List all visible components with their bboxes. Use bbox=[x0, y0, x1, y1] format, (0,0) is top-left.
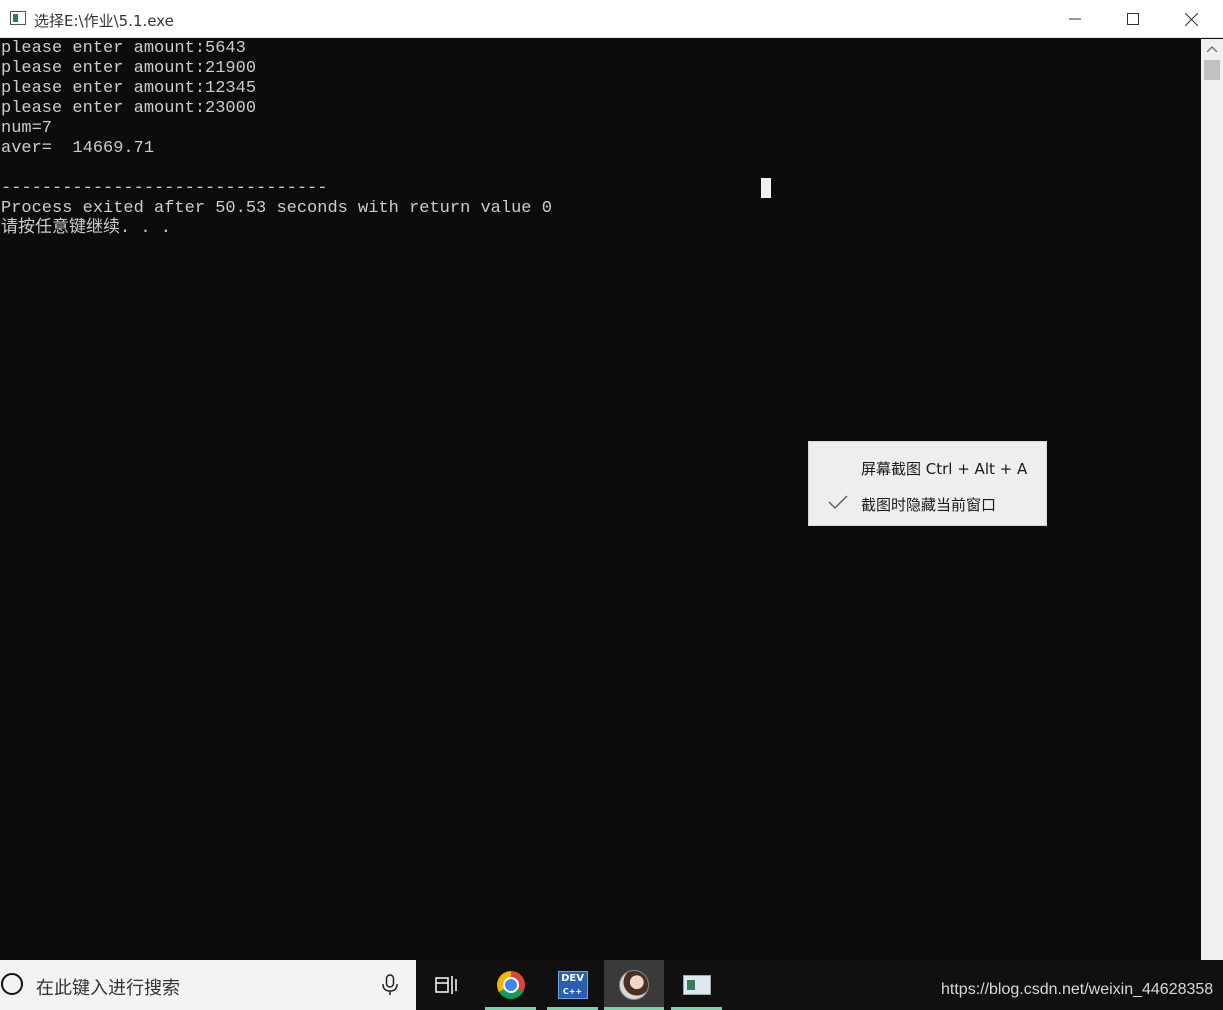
taskbar-app-photo[interactable] bbox=[604, 960, 664, 1010]
chrome-icon bbox=[496, 971, 525, 999]
chevron-up-icon bbox=[1207, 46, 1217, 52]
console-line: please enter amount:12345 bbox=[1, 79, 257, 98]
menu-item-label: 截图时隐藏当前窗口 bbox=[861, 496, 997, 514]
microphone-icon[interactable] bbox=[380, 974, 400, 996]
console-app-icon bbox=[682, 975, 711, 995]
search-placeholder: 在此键入进行搜索 bbox=[36, 978, 180, 999]
checkmark-icon bbox=[828, 495, 848, 509]
scroll-thumb[interactable] bbox=[1204, 60, 1220, 80]
taskbar: 在此键入进行搜索 DEV C++ https://blog.csdn.net/w… bbox=[0, 960, 1223, 1010]
vertical-scrollbar[interactable] bbox=[1201, 39, 1223, 960]
console-line: Process exited after 50.53 seconds with … bbox=[1, 199, 552, 218]
taskbar-search-box[interactable]: 在此键入进行搜索 bbox=[0, 960, 416, 1010]
minimize-button[interactable] bbox=[1046, 0, 1104, 38]
title-bar: 选择E:\作业\5.1.exe bbox=[0, 0, 1223, 38]
console-separator: -------------------------------- bbox=[1, 179, 328, 198]
minimize-icon bbox=[1069, 18, 1081, 20]
scroll-up-button[interactable] bbox=[1201, 39, 1223, 59]
menu-item-hide-window[interactable]: 截图时隐藏当前窗口 bbox=[809, 486, 1046, 520]
console-line: aver= 14669.71 bbox=[1, 139, 155, 158]
dev-cpp-icon: DEV C++ bbox=[557, 971, 588, 999]
dev-icon-subtext: C++ bbox=[562, 987, 583, 996]
taskbar-app-console[interactable] bbox=[671, 960, 722, 1010]
window-title: 选择E:\作业\5.1.exe bbox=[34, 12, 174, 30]
menu-item-label: 屏幕截图 Ctrl + Alt + A bbox=[861, 460, 1028, 478]
console-line: num=7 bbox=[1, 119, 53, 138]
maximize-button[interactable] bbox=[1104, 0, 1162, 38]
taskbar-app-dev-cpp[interactable]: DEV C++ bbox=[547, 960, 598, 1010]
console-line: 请按任意键继续. . . bbox=[1, 219, 172, 238]
dev-icon-text: DEV bbox=[561, 973, 584, 984]
watermark-url: https://blog.csdn.net/weixin_44628358 bbox=[941, 981, 1214, 998]
close-icon bbox=[1184, 12, 1198, 26]
console-line: please enter amount:5643 bbox=[1, 39, 246, 58]
taskbar-app-chrome[interactable] bbox=[485, 960, 536, 1010]
avatar-icon bbox=[619, 970, 649, 1000]
cortana-icon[interactable] bbox=[1, 973, 23, 995]
task-view-icon bbox=[434, 976, 457, 994]
console-window-icon bbox=[10, 11, 26, 25]
screenshot-context-menu: 屏幕截图 Ctrl + Alt + A 截图时隐藏当前窗口 bbox=[808, 441, 1047, 526]
close-button[interactable] bbox=[1162, 0, 1220, 38]
console-line: please enter amount:23000 bbox=[1, 99, 257, 118]
maximize-icon bbox=[1127, 13, 1139, 25]
console-line: please enter amount:21900 bbox=[1, 59, 257, 78]
text-cursor bbox=[761, 178, 771, 198]
menu-item-screenshot[interactable]: 屏幕截图 Ctrl + Alt + A bbox=[809, 450, 1046, 484]
task-view-button[interactable] bbox=[421, 960, 472, 1010]
